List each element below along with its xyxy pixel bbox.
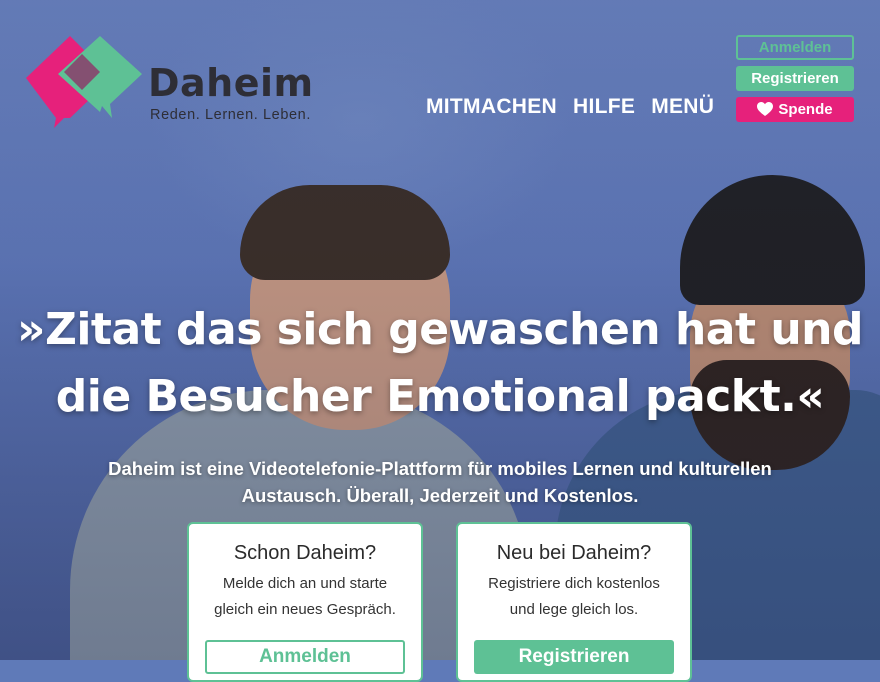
login-card-button[interactable]: Anmelden — [205, 640, 405, 674]
header-register-button[interactable]: Registrieren — [736, 66, 854, 91]
login-card-text-line-1: Melde dich an und starte — [222, 575, 388, 592]
hero-quote-line-1: »Zitat das sich gewaschen hat und — [17, 304, 863, 355]
main-nav: MITMACHEN HILFE MENÜ — [426, 95, 714, 119]
signup-card-title: Neu bei Daheim? — [496, 542, 652, 564]
signup-card-button[interactable]: Registrieren — [474, 640, 674, 674]
heart-icon — [757, 102, 774, 116]
hero-quote: »Zitat das sich gewaschen hat und die Be… — [0, 296, 880, 430]
nav-item-hilfe[interactable]: HILFE — [573, 95, 635, 119]
hero-description-line-2: Austausch. Überall, Jederzeit und Kosten… — [241, 485, 639, 506]
signup-card-text-line-1: Registriere dich kostenlos — [488, 575, 660, 592]
login-card: Schon Daheim? Melde dich an und starte g… — [187, 522, 423, 682]
signup-card-text-line-2: und lege gleich los. — [509, 601, 639, 618]
login-card-title: Schon Daheim? — [233, 542, 377, 564]
logo-speech-bubbles-icon — [26, 36, 142, 128]
signup-card: Neu bei Daheim? Registriere dich kostenl… — [456, 522, 692, 682]
hero-description: Daheim ist eine Videotelefonie-Plattform… — [40, 455, 840, 509]
logo[interactable]: Daheim Reden. Lernen. Leben. — [24, 34, 314, 134]
nav-item-mitmachen[interactable]: MITMACHEN — [426, 95, 557, 119]
donate-button[interactable]: Spende — [736, 97, 854, 122]
nav-item-menu[interactable]: MENÜ — [651, 95, 714, 119]
login-card-text-line-2: gleich ein neues Gespräch. — [214, 601, 396, 618]
brand-tagline: Reden. Lernen. Leben. — [150, 107, 311, 123]
hero-description-line-1: Daheim ist eine Videotelefonie-Plattform… — [108, 458, 772, 479]
hero-quote-line-2: die Besucher Emotional packt.« — [55, 371, 825, 422]
header-login-button[interactable]: Anmelden — [736, 35, 854, 60]
brand-name: Daheim — [148, 61, 314, 105]
donate-label: Spende — [778, 101, 833, 118]
